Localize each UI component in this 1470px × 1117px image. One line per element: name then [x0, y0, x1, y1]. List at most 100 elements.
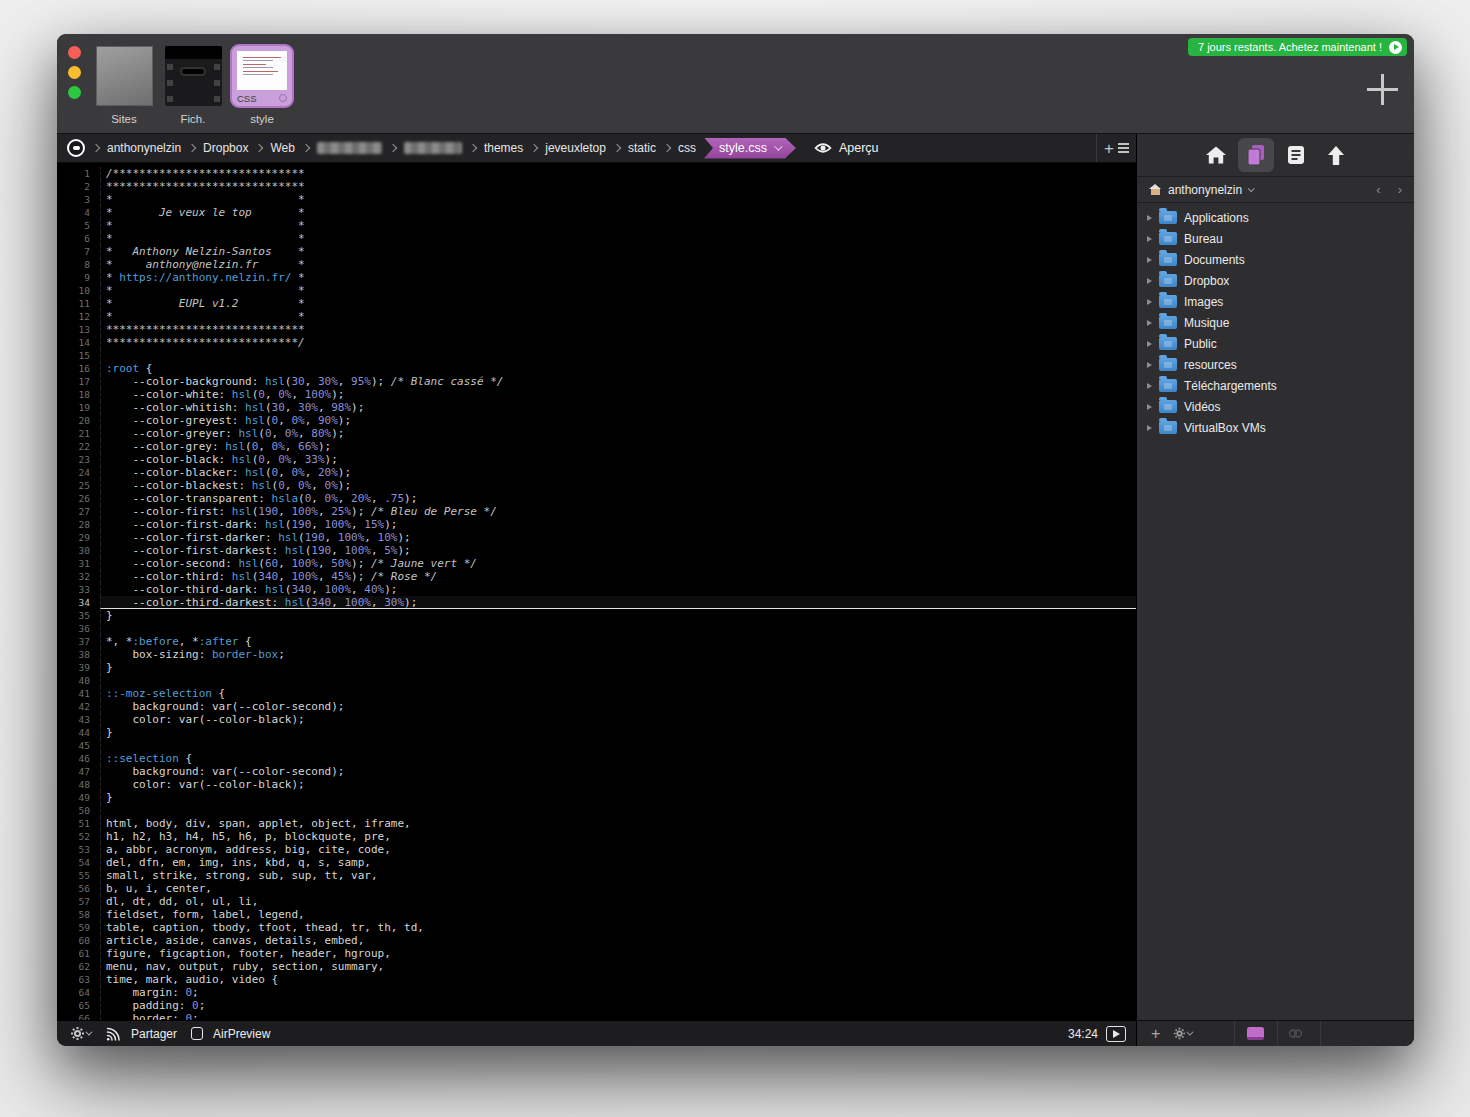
- nav-back-button[interactable]: ‹: [1376, 182, 1380, 197]
- share-label[interactable]: Partager: [131, 1027, 177, 1041]
- sidebar-settings-menu[interactable]: [1173, 1027, 1191, 1040]
- code-line[interactable]: 52h1, h2, h3, h4, h5, h6, p, blockquote,…: [57, 830, 1136, 843]
- code-line[interactable]: 31 --color-second: hsl(60, 100%, 50%); /…: [57, 557, 1136, 570]
- tree-row[interactable]: Dropbox: [1137, 270, 1414, 291]
- tree-row[interactable]: resources: [1137, 354, 1414, 375]
- sidebar-root[interactable]: anthonynelzin ‹ ›: [1137, 177, 1414, 203]
- code-line[interactable]: 33 --color-third-dark: hsl(340, 100%, 40…: [57, 583, 1136, 596]
- code-line[interactable]: 50: [57, 804, 1136, 817]
- code-line[interactable]: 27 --color-first: hsl(190, 100%, 25%); /…: [57, 505, 1136, 518]
- code-line[interactable]: 60article, aside, canvas, details, embed…: [57, 934, 1136, 947]
- close-button[interactable]: [68, 46, 81, 59]
- tree-row[interactable]: Téléchargements: [1137, 375, 1414, 396]
- sidebar-tab-snippets[interactable]: [1278, 138, 1314, 172]
- code-line[interactable]: 14*****************************/: [57, 336, 1136, 349]
- code-line[interactable]: 25 --color-blackest: hsl(0, 0%, 0%);: [57, 479, 1136, 492]
- code-line[interactable]: 44}: [57, 726, 1136, 739]
- code-line[interactable]: 53a, abbr, acronym, address, big, cite, …: [57, 843, 1136, 856]
- code-line[interactable]: 12* *: [57, 310, 1136, 323]
- preview-eye-icon[interactable]: [814, 142, 832, 154]
- disclosure-triangle-icon[interactable]: [1147, 362, 1152, 368]
- disclosure-triangle-icon[interactable]: [1147, 404, 1152, 410]
- code-line[interactable]: 54del, dfn, em, img, ins, kbd, q, s, sam…: [57, 856, 1136, 869]
- tree-row[interactable]: Applications: [1137, 207, 1414, 228]
- disclosure-triangle-icon[interactable]: [1147, 236, 1152, 242]
- code-line[interactable]: 13******************************: [57, 323, 1136, 336]
- tree-row[interactable]: Vidéos: [1137, 396, 1414, 417]
- path-list-button[interactable]: +: [1096, 134, 1136, 162]
- code-line[interactable]: 37*, *:before, *:after {: [57, 635, 1136, 648]
- settings-menu[interactable]: [70, 1026, 90, 1041]
- code-line[interactable]: 56b, u, i, center,: [57, 882, 1136, 895]
- breadcrumb-item[interactable]: anthonynelzin: [107, 141, 181, 155]
- code-line[interactable]: 46::selection {: [57, 752, 1136, 765]
- breadcrumb-item[interactable]: jeveuxletop: [545, 141, 606, 155]
- code-line[interactable]: 24 --color-blacker: hsl(0, 0%, 20%);: [57, 466, 1136, 479]
- code-editor[interactable]: 1/*****************************2********…: [57, 163, 1136, 1020]
- disclosure-triangle-icon[interactable]: [1147, 278, 1152, 284]
- share-icon[interactable]: [106, 1027, 121, 1041]
- tab-style[interactable]: CSS style: [229, 41, 295, 125]
- code-line[interactable]: 15: [57, 349, 1136, 362]
- code-line[interactable]: 10* *: [57, 284, 1136, 297]
- code-line[interactable]: 62menu, nav, output, ruby, section, summ…: [57, 960, 1136, 973]
- code-line[interactable]: 16:root {: [57, 362, 1136, 375]
- code-line[interactable]: 29 --color-first-darker: hsl(190, 100%, …: [57, 531, 1136, 544]
- code-line[interactable]: 2******************************: [57, 180, 1136, 193]
- code-line[interactable]: 6* *: [57, 232, 1136, 245]
- code-line[interactable]: 47 background: var(--color-second);: [57, 765, 1136, 778]
- code-line[interactable]: 3* *: [57, 193, 1136, 206]
- airpreview-icon[interactable]: [191, 1027, 203, 1040]
- tree-row[interactable]: Public: [1137, 333, 1414, 354]
- code-line[interactable]: 65 padding: 0;: [57, 999, 1136, 1012]
- code-line[interactable]: 4* Je veux le top *: [57, 206, 1136, 219]
- breadcrumb-item[interactable]: static: [628, 141, 656, 155]
- link-icon[interactable]: [1288, 1027, 1303, 1040]
- code-line[interactable]: 7* Anthony Nelzin-Santos *: [57, 245, 1136, 258]
- code-line[interactable]: 30 --color-first-darkest: hsl(190, 100%,…: [57, 544, 1136, 557]
- code-line[interactable]: 42 background: var(--color-second);: [57, 700, 1136, 713]
- code-line[interactable]: 9* https://anthony.nelzin.fr/ *: [57, 271, 1136, 284]
- code-line[interactable]: 66 border: 0;: [57, 1012, 1136, 1020]
- code-line[interactable]: 48 color: var(--color-black);: [57, 778, 1136, 791]
- tree-row[interactable]: Musique: [1137, 312, 1414, 333]
- code-line[interactable]: 35}: [57, 609, 1136, 622]
- code-line[interactable]: 32 --color-third: hsl(340, 100%, 45%); /…: [57, 570, 1136, 583]
- code-line[interactable]: 5* *: [57, 219, 1136, 232]
- breadcrumb-item[interactable]: css: [678, 141, 696, 155]
- nav-forward-button[interactable]: ›: [1398, 182, 1402, 197]
- code-line[interactable]: 58fieldset, form, label, legend,: [57, 908, 1136, 921]
- preview-play-button[interactable]: [1106, 1026, 1126, 1042]
- code-line[interactable]: 64 margin: 0;: [57, 986, 1136, 999]
- disclosure-triangle-icon[interactable]: [1147, 299, 1152, 305]
- code-line[interactable]: 26 --color-transparent: hsla(0, 0%, 20%,…: [57, 492, 1136, 505]
- breadcrumb-root-icon[interactable]: [67, 139, 85, 157]
- code-line[interactable]: 21 --color-greyer: hsl(0, 0%, 80%);: [57, 427, 1136, 440]
- disclosure-triangle-icon[interactable]: [1147, 425, 1152, 431]
- trial-badge[interactable]: 7 jours restants. Achetez maintenant !: [1188, 38, 1407, 56]
- code-line[interactable]: 57dl, dt, dd, ol, ul, li,: [57, 895, 1136, 908]
- sidebar-tab-files[interactable]: [1238, 138, 1274, 172]
- code-line[interactable]: 11* EUPL v1.2 *: [57, 297, 1136, 310]
- disclosure-triangle-icon[interactable]: [1147, 257, 1152, 263]
- code-line[interactable]: 20 --color-greyest: hsl(0, 0%, 90%);: [57, 414, 1136, 427]
- code-line[interactable]: 63time, mark, audio, video {: [57, 973, 1136, 986]
- airpreview-label[interactable]: AirPreview: [213, 1027, 270, 1041]
- preview-label[interactable]: Aperçu: [839, 141, 879, 155]
- breadcrumb-item-redacted[interactable]: [404, 142, 462, 154]
- tab-sites[interactable]: Sites: [91, 41, 157, 125]
- code-line[interactable]: 45: [57, 739, 1136, 752]
- disclosure-triangle-icon[interactable]: [1147, 215, 1152, 221]
- code-line[interactable]: 19 --color-whitish: hsl(30, 30%, 98%);: [57, 401, 1136, 414]
- code-line[interactable]: 55small, strike, strong, sub, sup, tt, v…: [57, 869, 1136, 882]
- disclosure-triangle-icon[interactable]: [1147, 320, 1152, 326]
- code-line[interactable]: 41::-moz-selection {: [57, 687, 1136, 700]
- code-line[interactable]: 17 --color-background: hsl(30, 30%, 95%)…: [57, 375, 1136, 388]
- tree-row[interactable]: Images: [1137, 291, 1414, 312]
- code-line[interactable]: 23 --color-black: hsl(0, 0%, 33%);: [57, 453, 1136, 466]
- new-tab-button[interactable]: [1367, 74, 1398, 105]
- code-line[interactable]: 36: [57, 622, 1136, 635]
- tab-files[interactable]: Fich.: [160, 41, 226, 125]
- sidebar-tab-publish[interactable]: [1318, 138, 1354, 172]
- code-line[interactable]: 43 color: var(--color-black);: [57, 713, 1136, 726]
